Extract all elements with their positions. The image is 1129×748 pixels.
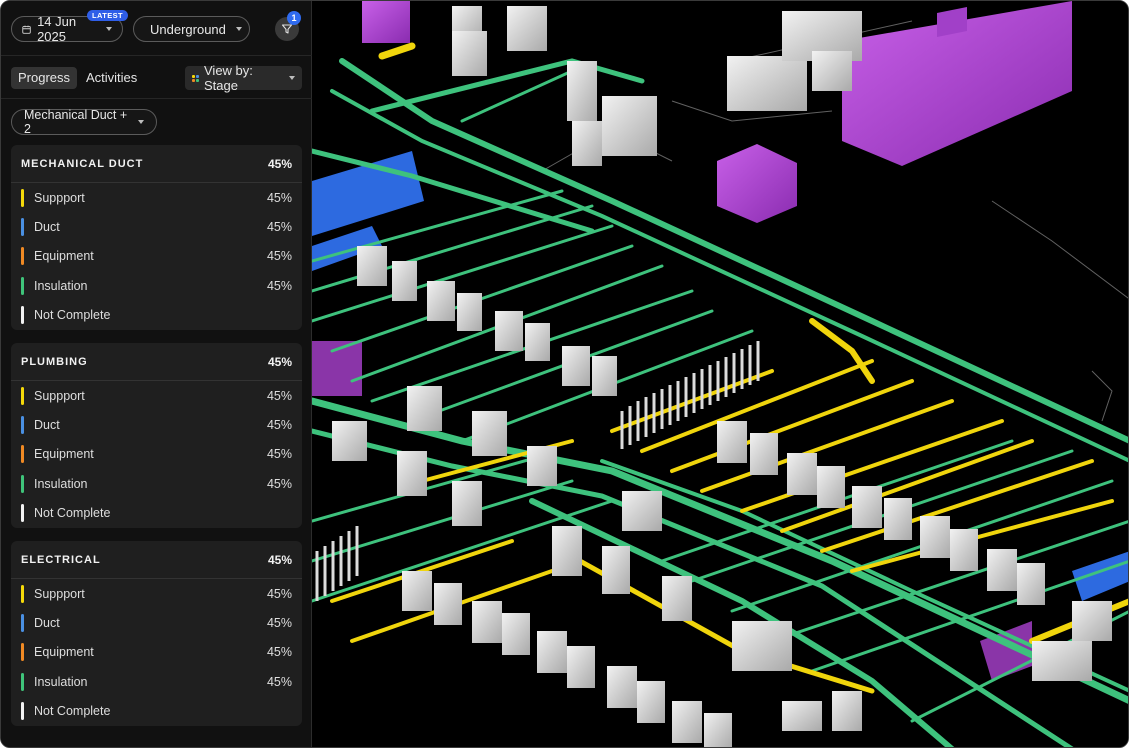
section-card-plumbing: PLUMBING 45% Suppport 45% Duct 45% Equip… — [11, 343, 302, 528]
stage-label: Equipment — [34, 249, 94, 264]
equipment-color-swatch — [21, 643, 24, 662]
stage-row-support[interactable]: Suppport 45% — [11, 183, 302, 212]
support-color-swatch — [21, 584, 24, 603]
stage-label: Suppport — [34, 586, 85, 601]
layer-selector[interactable]: Underground — [133, 16, 250, 42]
support-color-swatch — [21, 188, 24, 207]
stage-label: Duct — [34, 418, 60, 433]
stage-percent: 45% — [266, 249, 292, 264]
view-by-dropdown[interactable]: View by: Stage — [185, 63, 302, 93]
stage-row-duct[interactable]: Duct 45% — [11, 410, 302, 439]
stage-label: Insulation — [34, 278, 88, 293]
section-title: ELECTRICAL — [21, 553, 101, 566]
stage-percent: 45% — [266, 674, 292, 689]
section-card-mechanical-duct: MECHANICAL DUCT 45% Suppport 45% Duct 45… — [11, 145, 302, 330]
stage-row-not-complete[interactable]: Not Complete — [11, 301, 302, 330]
calendar-icon — [22, 25, 31, 34]
stage-percent: 45% — [266, 220, 292, 235]
tab-bar: Progress Activities View by: Stage — [1, 56, 312, 99]
stage-label: Suppport — [34, 388, 85, 403]
trade-filter-dropdown[interactable]: Mechanical Duct + 2 — [11, 108, 157, 136]
stage-row-insulation[interactable]: Insulation 45% — [11, 271, 302, 300]
stage-label: Suppport — [34, 190, 85, 205]
stage-percent: 45% — [266, 278, 292, 293]
stage-label: Not Complete — [34, 704, 111, 719]
stage-label: Insulation — [34, 674, 88, 689]
stage-label: Equipment — [34, 447, 94, 462]
insulation-color-swatch — [21, 672, 24, 691]
not-complete-color-swatch — [21, 702, 24, 721]
section-percent: 45% — [267, 354, 292, 369]
section-title: MECHANICAL DUCT — [21, 157, 144, 170]
stage-percent: 45% — [266, 586, 292, 601]
chevron-down-icon — [289, 76, 295, 80]
not-complete-color-swatch — [21, 504, 24, 523]
insulation-color-swatch — [21, 276, 24, 295]
duct-color-swatch — [21, 614, 24, 633]
top-toolbar: 14 Jun 2025 LATEST Underground 1 — [1, 1, 312, 56]
view-by-label: View by: Stage — [204, 63, 253, 93]
duct-color-swatch — [21, 218, 24, 237]
stage-percent: 45% — [266, 476, 292, 491]
not-complete-color-swatch — [21, 306, 24, 325]
section-header[interactable]: PLUMBING 45% — [11, 343, 302, 381]
latest-badge: LATEST — [87, 10, 129, 21]
equipment-color-swatch — [21, 445, 24, 464]
section-percent: 45% — [267, 552, 292, 567]
tab-progress[interactable]: Progress — [11, 67, 78, 89]
progress-sidebar: 14 Jun 2025 LATEST Underground 1 Progres… — [1, 1, 312, 747]
stage-label: Duct — [34, 220, 60, 235]
stage-percent: 45% — [266, 418, 292, 433]
chevron-down-icon — [235, 27, 242, 31]
stage-label: Equipment — [34, 645, 94, 660]
stage-row-duct[interactable]: Duct 45% — [11, 608, 302, 637]
support-color-swatch — [21, 386, 24, 405]
bim-3d-viewport[interactable] — [312, 1, 1129, 748]
section-header[interactable]: ELECTRICAL 45% — [11, 541, 302, 579]
stage-label: Not Complete — [34, 308, 111, 323]
chevron-down-icon — [106, 27, 112, 31]
stage-percent: 45% — [266, 645, 292, 660]
stage-row-equipment[interactable]: Equipment 45% — [11, 440, 302, 469]
duct-color-swatch — [21, 416, 24, 435]
bim-model-render[interactable] — [312, 1, 1129, 748]
stage-row-not-complete[interactable]: Not Complete — [11, 499, 302, 528]
filter-count-badge: 1 — [287, 11, 301, 25]
stage-percent: 45% — [266, 616, 292, 631]
section-header[interactable]: MECHANICAL DUCT 45% — [11, 145, 302, 183]
stage-label: Insulation — [34, 476, 88, 491]
stage-row-duct[interactable]: Duct 45% — [11, 212, 302, 241]
insulation-color-swatch — [21, 474, 24, 493]
stage-dots-icon — [192, 74, 199, 82]
stage-percent: 45% — [266, 388, 292, 403]
chevron-down-icon — [138, 120, 144, 124]
stage-percent: 45% — [266, 447, 292, 462]
stage-row-equipment[interactable]: Equipment 45% — [11, 638, 302, 667]
stage-row-support[interactable]: Suppport 45% — [11, 579, 302, 608]
layer-label: Underground — [150, 21, 226, 37]
trade-filter-label: Mechanical Duct + 2 — [24, 108, 128, 136]
section-percent: 45% — [267, 156, 292, 171]
section-title: PLUMBING — [21, 355, 88, 368]
app-window: 14 Jun 2025 LATEST Underground 1 Progres… — [0, 0, 1129, 748]
stage-row-not-complete[interactable]: Not Complete — [11, 697, 302, 726]
stage-label: Duct — [34, 616, 60, 631]
section-card-electrical: ELECTRICAL 45% Suppport 45% Duct 45% Equ… — [11, 541, 302, 726]
stage-row-insulation[interactable]: Insulation 45% — [11, 469, 302, 498]
stage-row-equipment[interactable]: Equipment 45% — [11, 242, 302, 271]
stage-row-insulation[interactable]: Insulation 45% — [11, 667, 302, 696]
stage-percent: 45% — [266, 190, 292, 205]
stage-label: Not Complete — [34, 506, 111, 521]
filter-icon — [281, 24, 293, 34]
equipment-color-swatch — [21, 247, 24, 266]
tab-activities[interactable]: Activities — [79, 67, 144, 89]
stage-row-support[interactable]: Suppport 45% — [11, 381, 302, 410]
